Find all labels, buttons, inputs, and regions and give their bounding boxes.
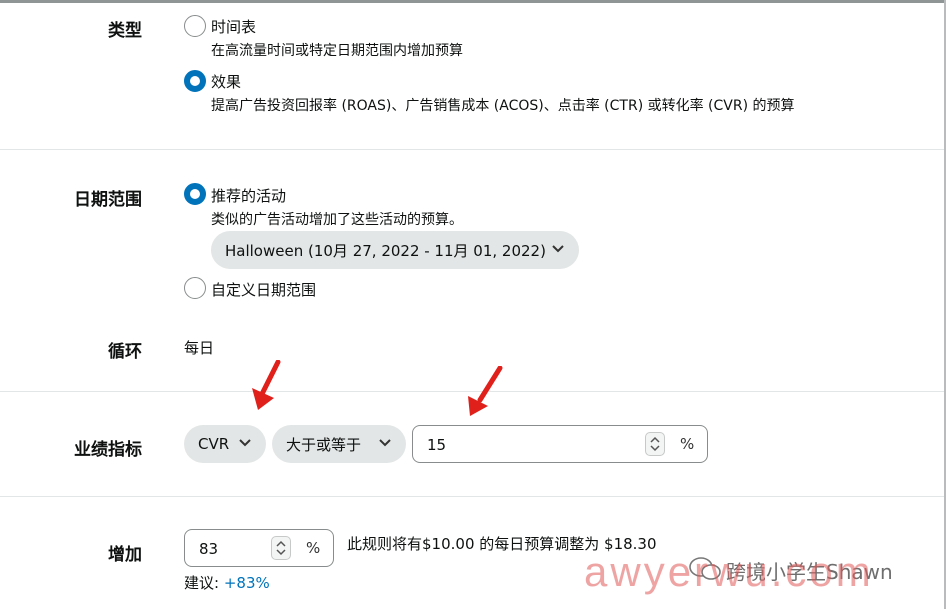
increase-value: 83	[199, 540, 219, 558]
radio-recommended[interactable]	[184, 183, 206, 205]
custom-range-label: 自定义日期范围	[211, 281, 317, 299]
threshold-stepper[interactable]	[645, 432, 665, 456]
increase-stepper[interactable]	[271, 536, 291, 560]
event-select[interactable]: Halloween (10月 27, 2022 - 11月 01, 2022)	[211, 231, 579, 269]
radio-schedule[interactable]	[184, 15, 206, 37]
metric-label: 业绩指标	[74, 440, 142, 460]
section-divider	[0, 496, 944, 497]
cycle-value: 每日	[184, 339, 215, 357]
watermark-site: awyerwu.com	[584, 548, 874, 595]
event-select-value: Halloween (10月 27, 2022 - 11月 01, 2022)	[225, 241, 546, 260]
suggestion-prefix: 建议:	[184, 574, 220, 592]
option-performance-description: 提高广告投资回报率 (ROAS)、广告销售成本 (ACOS)、点击率 (CTR)…	[211, 98, 795, 114]
threshold-input[interactable]: 15 %	[412, 425, 708, 463]
up-down-icon	[650, 436, 660, 452]
metric-select-value: CVR	[198, 435, 230, 453]
option-schedule-label: 时间表	[211, 18, 257, 36]
option-performance-label: 效果	[211, 73, 242, 91]
operator-select[interactable]: 大于或等于	[272, 425, 406, 463]
up-down-icon	[276, 540, 286, 556]
operator-select-value: 大于或等于	[286, 435, 362, 454]
cycle-label: 循环	[108, 342, 142, 362]
chevron-down-icon	[379, 439, 391, 447]
option-schedule-description: 在高流量时间或特定日期范围内增加预算	[211, 43, 463, 59]
increase-unit: %	[306, 539, 321, 557]
top-border	[0, 0, 946, 3]
threshold-unit: %	[680, 435, 695, 453]
suggestion: 建议: +83%	[184, 572, 270, 593]
section-divider	[0, 149, 944, 150]
radio-custom-range[interactable]	[184, 277, 206, 299]
date-range-label: 日期范围	[74, 190, 142, 210]
radio-performance[interactable]	[184, 70, 206, 92]
red-arrow-icon	[252, 360, 281, 410]
increase-label: 增加	[108, 545, 142, 565]
red-arrow-icon	[468, 366, 503, 416]
recommended-label: 推荐的活动	[211, 187, 287, 205]
increase-input[interactable]: 83 %	[184, 529, 334, 567]
suggestion-link[interactable]: +83%	[224, 574, 270, 592]
recommended-description: 类似的广告活动增加了这些活动的预算。	[211, 212, 463, 228]
chevron-down-icon	[552, 245, 564, 253]
type-label: 类型	[108, 21, 142, 41]
threshold-value: 15	[427, 436, 447, 454]
chevron-down-icon	[239, 439, 251, 447]
metric-select[interactable]: CVR	[184, 425, 266, 463]
